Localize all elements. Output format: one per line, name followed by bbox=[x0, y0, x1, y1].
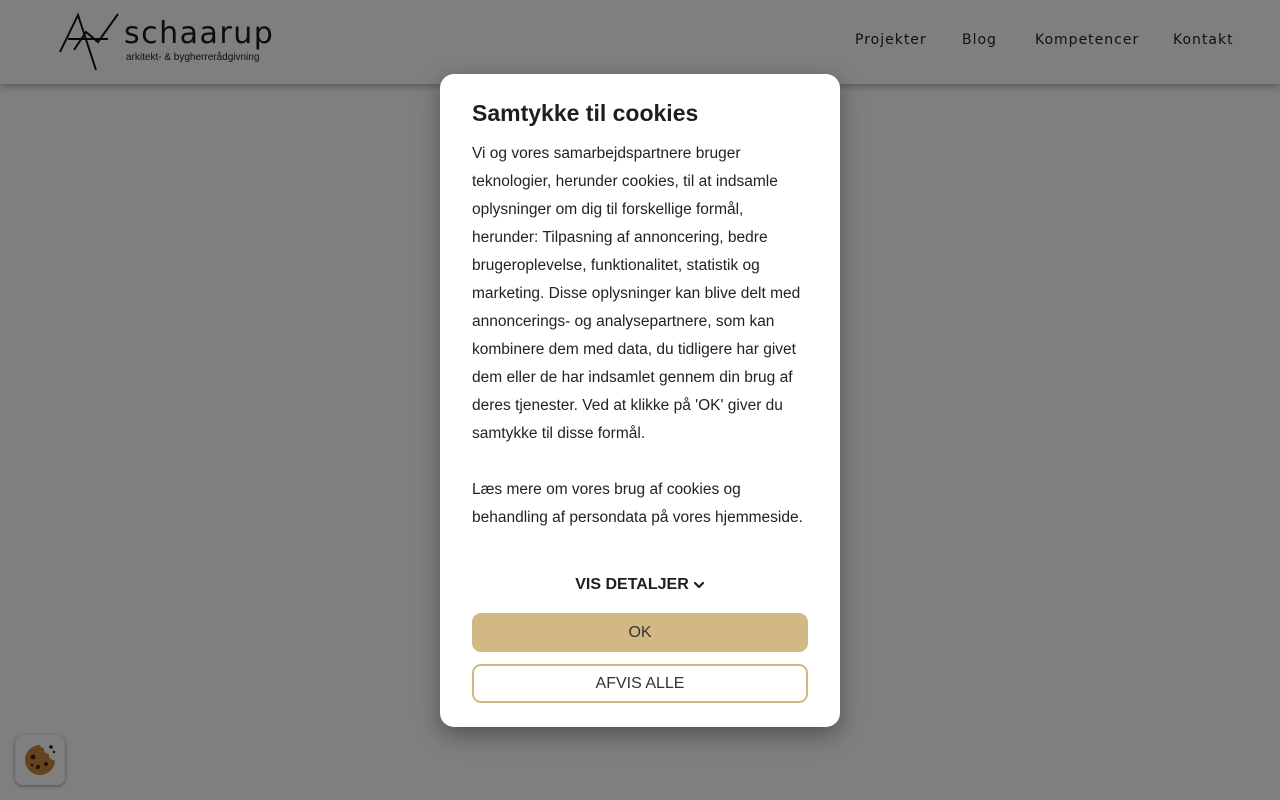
show-details-label: VIS DETALJER bbox=[575, 576, 689, 593]
consent-description: Vi og vores samarbejdspartnere bruger te… bbox=[472, 145, 801, 442]
chevron-down-icon bbox=[693, 581, 704, 588]
cookie-consent-dialog: Samtykke til cookies Vi og vores samarbe… bbox=[440, 74, 840, 727]
dialog-body: Vi og vores samarbejdspartnere bruger te… bbox=[472, 140, 810, 532]
privacy-note: Læs mere om vores brug af cookies og beh… bbox=[472, 481, 803, 526]
ok-button[interactable]: OK bbox=[472, 613, 808, 652]
dialog-title: Samtykke til cookies bbox=[472, 100, 699, 126]
show-details-toggle[interactable]: VIS DETALJER bbox=[440, 576, 840, 594]
reject-all-button[interactable]: AFVIS ALLE bbox=[472, 664, 808, 703]
